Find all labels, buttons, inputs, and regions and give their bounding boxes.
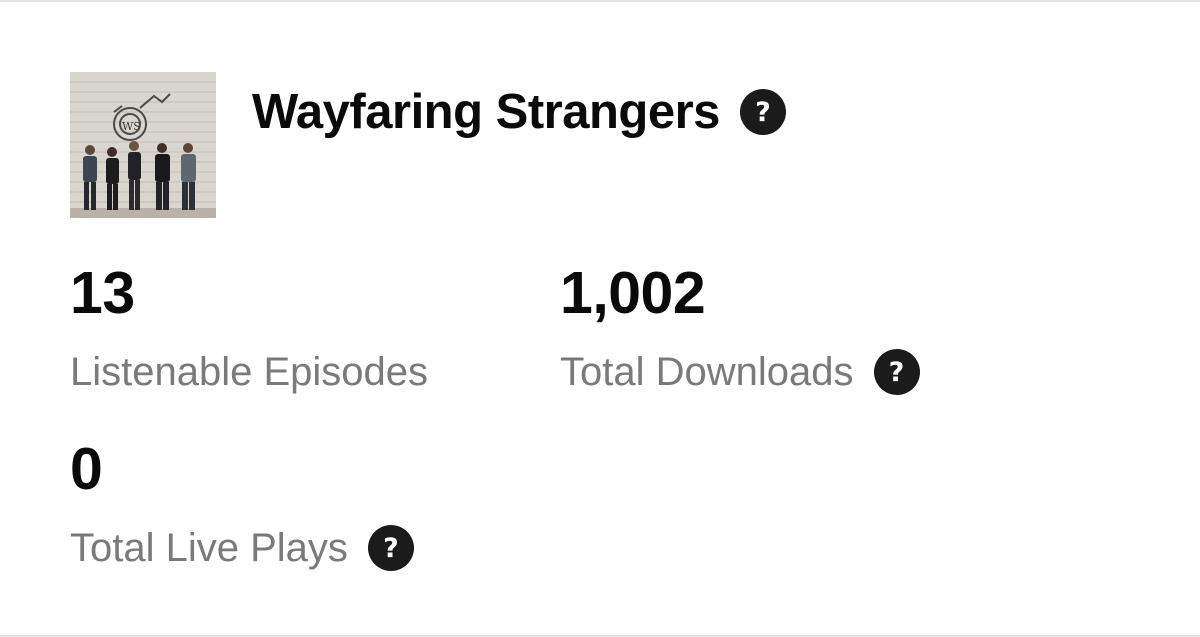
podcast-title-row: Wayfaring Strangers ? (252, 80, 786, 144)
question-mark-circle-icon[interactable]: ? (739, 89, 786, 135)
svg-text:WS: WS (122, 120, 141, 133)
stat-value: 0 (70, 436, 103, 502)
stat-total-live-plays: 0 Total Live Plays ? (70, 440, 414, 571)
stat-label: Listenable Episodes (70, 349, 429, 394)
stat-listenable-episodes: 13 Listenable Episodes (70, 264, 428, 395)
stat-label: Total Live Plays (70, 525, 348, 570)
podcast-cover-image: WS (70, 72, 216, 218)
podcast-stats-card: WS Wayfaring Strangers ? 13 Listenable E… (0, 0, 1200, 637)
stat-label: Total Downloads (560, 349, 854, 394)
question-mark-circle-icon[interactable]: ? (873, 349, 920, 395)
podcast-title: Wayfaring Strangers (252, 85, 720, 139)
stat-value: 13 (70, 260, 135, 326)
stat-total-downloads: 1,002 Total Downloads ? (560, 264, 920, 395)
question-mark-circle-icon[interactable]: ? (367, 525, 414, 571)
stat-value: 1,002 (560, 260, 706, 326)
